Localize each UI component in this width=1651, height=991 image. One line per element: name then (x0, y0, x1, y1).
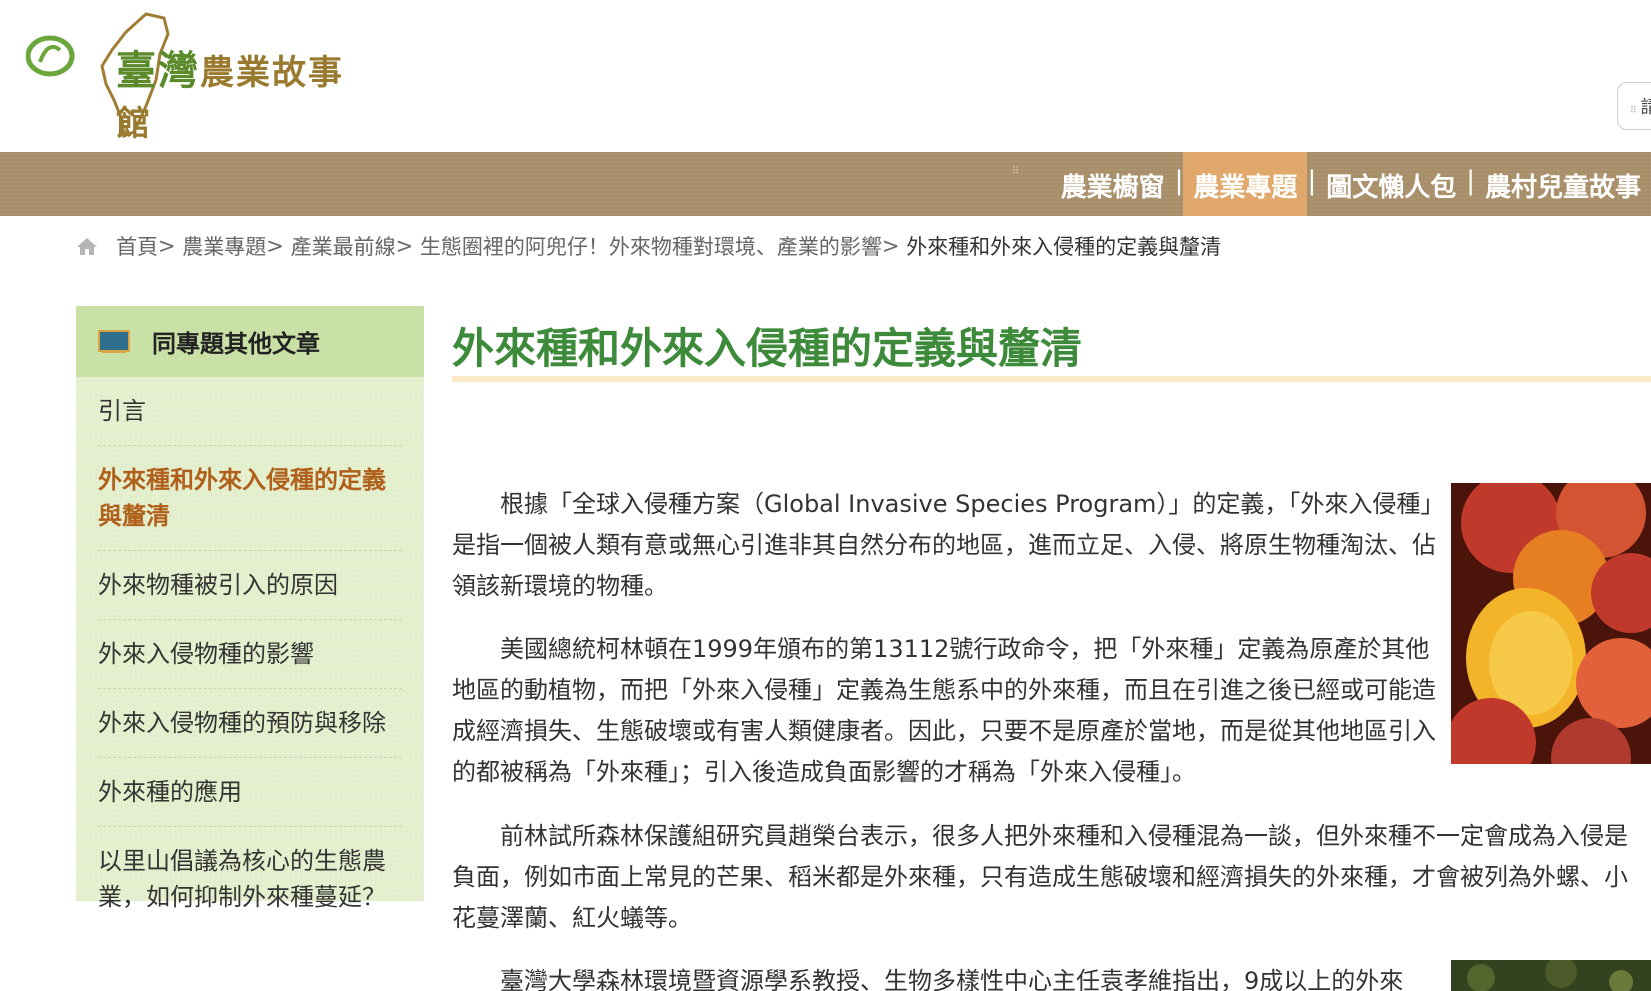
nav-separator: | (1174, 166, 1184, 196)
side-utility-tab[interactable]: ⠿ 請 (1617, 82, 1651, 130)
related-articles-sidebar: 同專題其他文章 引言 外來種和外來入侵種的定義與釐清 外來物種被引入的原因 外來… (76, 306, 424, 911)
side-tab-label: 請 (1640, 97, 1651, 118)
nav-separator: | (1307, 166, 1317, 196)
breadcrumb-separator: > (881, 234, 900, 258)
breadcrumb-series[interactable]: 生態圈裡的阿兜仔！外來物種對環境、產業的影響 (420, 231, 882, 261)
nav-grip-icon: ⠿ (1012, 166, 1020, 177)
article-paragraph: 前林試所森林保護組研究員趙榮台表示，很多人把外來種和入侵種混為一談，但外來種不一… (452, 822, 1628, 932)
nav-item-infographics[interactable]: 圖文懶人包 (1316, 152, 1466, 216)
breadcrumb-separator: > (158, 234, 176, 258)
breadcrumb-current: 外來種和外來入侵種的定義與釐清 (906, 235, 1222, 259)
nav-separator: | (1466, 166, 1475, 196)
breadcrumb: 首頁 > 農業專題 > 產業最前線 > 生態圈裡的阿兜仔！外來物種對環境、產業的影響 >… (76, 231, 1221, 261)
chalkboard-icon (98, 329, 130, 353)
sidebar-list: 引言 外來種和外來入侵種的定義與釐清 外來物種被引入的原因 外來入侵物種的影響 … (76, 377, 424, 931)
breadcrumb-home[interactable]: 首頁 (116, 231, 158, 261)
sidebar-item-applications[interactable]: 外來種的應用 (98, 758, 402, 827)
home-icon[interactable] (76, 236, 98, 256)
breadcrumb-industry[interactable]: 產業最前線 (291, 231, 396, 261)
logo-text: 臺灣農業故事館 (116, 47, 344, 144)
nav-item-children-stories[interactable]: 農村兒童故事 (1475, 152, 1651, 216)
article-paragraph: 美國總統柯林頓在1999年頒布的第13112號行政命令，把「外來種」定義為原產於… (452, 635, 1436, 786)
breadcrumb-topics[interactable]: 農業專題 (182, 231, 266, 261)
sidebar-item-prevention[interactable]: 外來入侵物種的預防與移除 (98, 689, 402, 758)
field-photo (1451, 960, 1651, 991)
article-paragraph: 臺灣大學森林環境暨資源學系教授、生物多樣性中心主任袁孝維指出，9成以上的外來 (500, 967, 1404, 991)
sidebar-item-reasons[interactable]: 外來物種被引入的原因 (98, 551, 402, 620)
grip-icon: ⠿ (1630, 106, 1637, 116)
mango-photo (1451, 483, 1651, 764)
article-title: 外來種和外來入侵種的定義與釐清 (452, 324, 1083, 373)
sidebar-header: 同專題其他文章 (76, 306, 424, 377)
breadcrumb-separator: > (266, 234, 284, 258)
sidebar-item-introduction[interactable]: 引言 (98, 377, 402, 446)
nav-item-showcase[interactable]: 農業櫥窗 (1051, 152, 1175, 216)
nav-item-topics[interactable]: 農業專題 (1183, 152, 1308, 216)
title-divider (452, 376, 1651, 382)
breadcrumb-separator: > (395, 234, 414, 258)
article-paragraph: 根據「全球入侵種方案（Global Invasive Species Progr… (452, 490, 1436, 600)
sidebar-item-definition[interactable]: 外來種和外來入侵種的定義與釐清 (98, 446, 402, 551)
site-logo[interactable]: 臺灣農業故事館 (25, 10, 356, 144)
main-nav: ⠿ 農業櫥窗 | 農業專題 | 圖文懶人包 | 農村兒童故事 (0, 152, 1651, 216)
sidebar-item-impacts[interactable]: 外來入侵物種的影響 (98, 620, 402, 689)
site-header: 臺灣農業故事館 ⠿ 請 (0, 0, 1651, 152)
sidebar-title: 同專題其他文章 (152, 330, 320, 358)
sidebar-item-satoyama[interactable]: 以里山倡議為核心的生態農業，如何抑制外來種蔓延？ (98, 827, 402, 931)
